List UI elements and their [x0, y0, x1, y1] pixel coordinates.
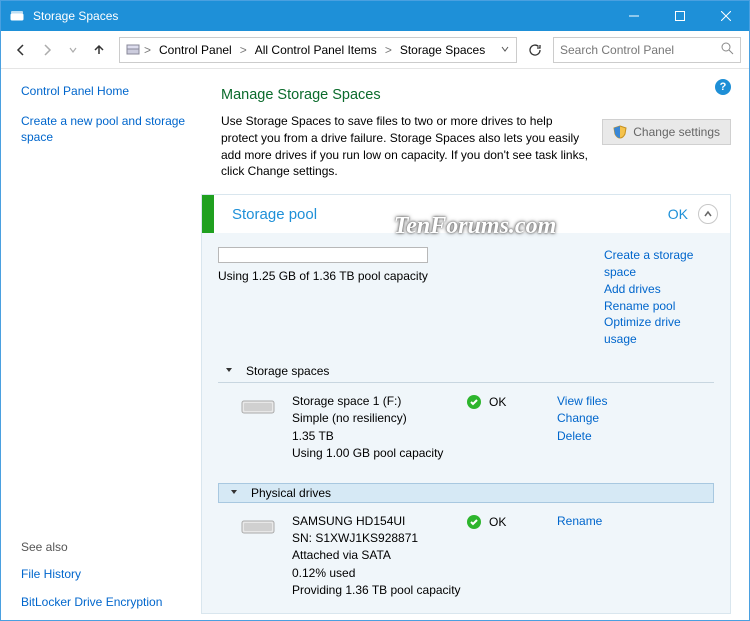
- bitlocker-link[interactable]: BitLocker Drive Encryption: [21, 594, 187, 610]
- file-history-link[interactable]: File History: [21, 566, 187, 582]
- pool-body: Using 1.25 GB of 1.36 TB pool capacity C…: [202, 233, 730, 613]
- drive-status: OK: [467, 513, 557, 600]
- capacity-text: Using 1.25 GB of 1.36 TB pool capacity: [218, 269, 604, 283]
- pool-title: Storage pool: [232, 206, 668, 223]
- shield-icon: [613, 125, 627, 139]
- crumb-control-panel[interactable]: Control Panel: [153, 38, 238, 62]
- search-placeholder: Search Control Panel: [560, 43, 674, 57]
- capacity-bar: [218, 247, 428, 263]
- delete-space-link[interactable]: Delete: [557, 428, 657, 445]
- see-also-heading: See also: [21, 540, 187, 554]
- space-status-text: OK: [489, 395, 506, 409]
- physical-drive-icon: [238, 517, 278, 600]
- refresh-button[interactable]: [523, 43, 547, 57]
- drive-status-text: OK: [489, 515, 506, 529]
- rename-pool-link[interactable]: Rename pool: [604, 298, 714, 315]
- storage-spaces-label: Storage spaces: [246, 364, 329, 378]
- space-status: OK: [467, 393, 557, 463]
- drive-attached: Attached via SATA: [292, 547, 467, 564]
- control-panel-home-link[interactable]: Control Panel Home: [21, 83, 187, 99]
- recent-dropdown[interactable]: [61, 38, 85, 62]
- up-button[interactable]: [87, 38, 111, 62]
- chevron-right-icon: >: [383, 43, 394, 57]
- storage-pool-panel: Storage pool OK Using 1.25 GB of 1.36 TB…: [201, 194, 731, 614]
- storage-spaces-header[interactable]: Storage spaces: [218, 364, 714, 383]
- drive-providing: Providing 1.36 TB pool capacity: [292, 582, 467, 599]
- change-settings-button[interactable]: Change settings: [602, 119, 731, 145]
- drive-used: 0.12% used: [292, 565, 467, 582]
- minimize-button[interactable]: [611, 1, 657, 31]
- breadcrumb[interactable]: > Control Panel > All Control Panel Item…: [119, 37, 517, 63]
- intro-text: Use Storage Spaces to save files to two …: [221, 113, 590, 180]
- titlebar: Storage Spaces: [1, 1, 749, 31]
- search-icon: [721, 42, 734, 58]
- pool-links: Create a storage space Add drives Rename…: [604, 247, 714, 348]
- crumb-storage-spaces[interactable]: Storage Spaces: [394, 38, 491, 62]
- storage-space-item: Storage space 1 (F:) Simple (no resilien…: [218, 383, 714, 467]
- ok-check-icon: [467, 395, 481, 409]
- chevron-right-icon: >: [238, 43, 249, 57]
- chevron-right-icon[interactable]: >: [142, 43, 153, 57]
- create-space-link[interactable]: Create a storage space: [604, 247, 714, 281]
- space-name: Storage space 1 (F:): [292, 393, 467, 410]
- space-resiliency: Simple (no resiliency): [292, 410, 467, 427]
- sidebar: Control Panel Home Create a new pool and…: [1, 69, 201, 620]
- drive-sn: SN: S1XWJ1KS928871: [292, 530, 467, 547]
- toolbar: > Control Panel > All Control Panel Item…: [1, 31, 749, 69]
- optimize-link[interactable]: Optimize drive usage: [604, 314, 714, 348]
- physical-drive-item: SAMSUNG HD154UI SN: S1XWJ1KS928871 Attac…: [218, 503, 714, 604]
- pool-health-strip: [202, 195, 214, 233]
- drive-name: SAMSUNG HD154UI: [292, 513, 467, 530]
- forward-button[interactable]: [35, 38, 59, 62]
- pool-status: OK: [668, 206, 688, 222]
- page-title: Manage Storage Spaces: [221, 87, 731, 103]
- breadcrumb-dropdown[interactable]: [498, 43, 512, 57]
- space-using: Using 1.00 GB pool capacity: [292, 445, 467, 462]
- rename-drive-link[interactable]: Rename: [557, 513, 657, 530]
- collapse-button[interactable]: [698, 204, 718, 224]
- view-files-link[interactable]: View files: [557, 393, 657, 410]
- back-button[interactable]: [9, 38, 33, 62]
- maximize-button[interactable]: [657, 1, 703, 31]
- create-pool-link[interactable]: Create a new pool and storage space: [21, 113, 187, 145]
- content: ? Manage Storage Spaces Use Storage Spac…: [201, 69, 749, 620]
- change-space-link[interactable]: Change: [557, 410, 657, 427]
- search-input[interactable]: Search Control Panel: [553, 37, 741, 63]
- virtual-drive-icon: [238, 397, 278, 463]
- chevron-down-icon: [229, 486, 241, 500]
- window-controls: [611, 1, 749, 31]
- window-title: Storage Spaces: [33, 9, 118, 23]
- add-drives-link[interactable]: Add drives: [604, 281, 714, 298]
- change-settings-label: Change settings: [633, 125, 720, 139]
- physical-drives-header[interactable]: Physical drives: [218, 483, 714, 503]
- physical-drives-label: Physical drives: [251, 486, 331, 500]
- ok-check-icon: [467, 515, 481, 529]
- crumb-all-items[interactable]: All Control Panel Items: [249, 38, 383, 62]
- space-size: 1.35 TB: [292, 428, 467, 445]
- pool-header: Storage pool OK: [202, 195, 730, 233]
- close-button[interactable]: [703, 1, 749, 31]
- app-icon: [9, 8, 25, 24]
- help-icon[interactable]: ?: [715, 79, 731, 95]
- chevron-down-icon: [224, 364, 236, 378]
- drive-stack-icon: [124, 43, 142, 57]
